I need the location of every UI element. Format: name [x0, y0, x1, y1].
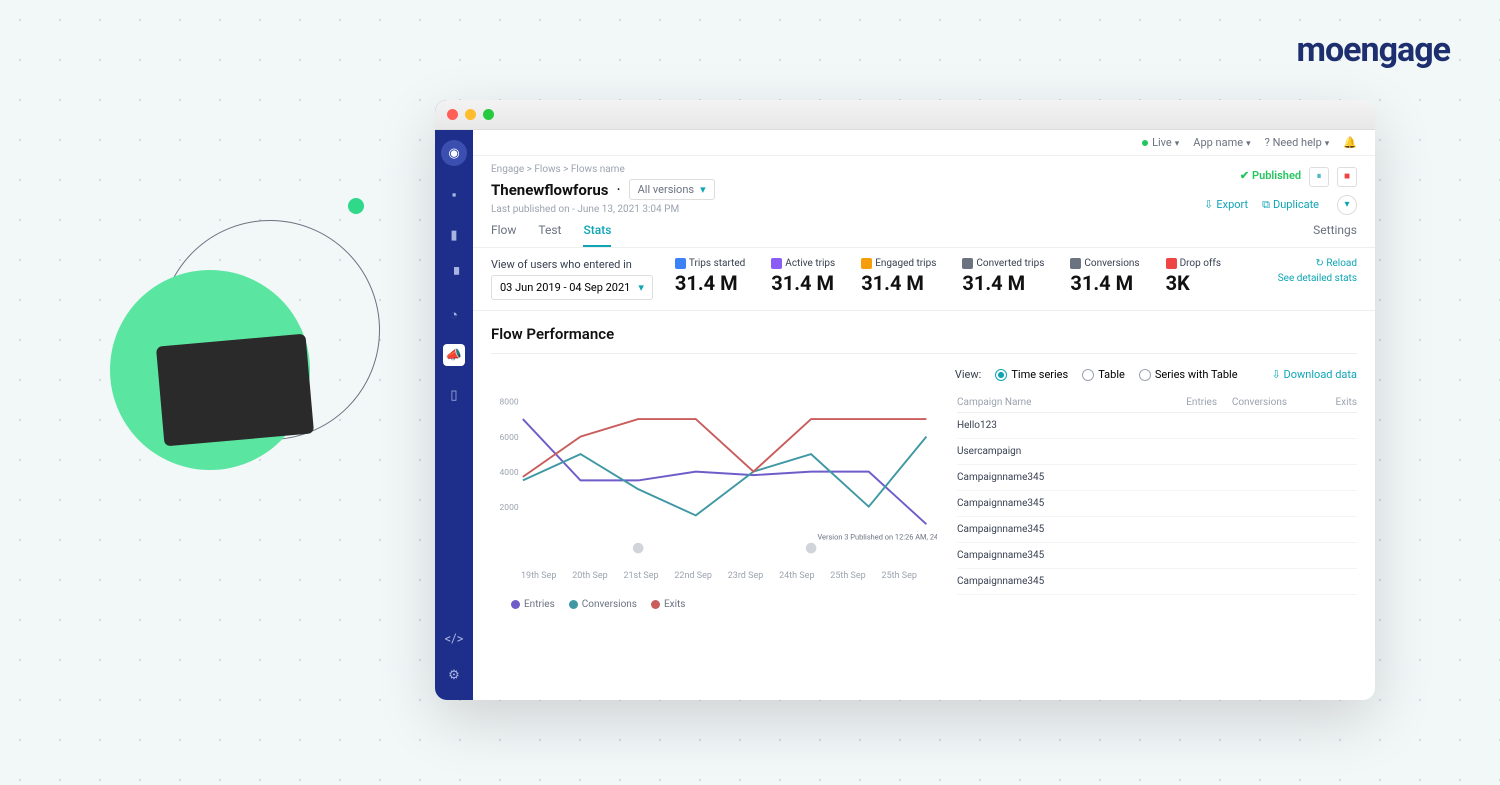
tab-settings[interactable]: Settings	[1313, 223, 1357, 247]
last-published-label: Last published on - June 13, 2021 3:04 P…	[491, 204, 715, 215]
brand-logo: moengage	[1297, 30, 1450, 70]
reload-link[interactable]: ↻ Reload	[1278, 258, 1357, 269]
metric-item: Drop offs3K	[1166, 258, 1221, 295]
sidebar-item-1[interactable]: ▪	[443, 184, 465, 206]
page-title: Thenewflowforus	[491, 181, 608, 199]
table-row[interactable]: Hello123	[957, 413, 1357, 439]
view-series-table[interactable]: Series with Table	[1139, 368, 1238, 381]
top-bar: Live▾ App name▾ ? Need help▾ 🔔	[473, 130, 1375, 156]
table-row[interactable]: Campaignname345	[957, 569, 1357, 595]
metric-item: Converted trips31.4 M	[962, 258, 1044, 295]
window-close-icon[interactable]	[447, 109, 458, 120]
metric-item: Trips started31.4 M	[675, 258, 745, 295]
line-chart: 2000 4000 6000 8000 Version 3 Published on 1…	[491, 393, 937, 610]
megaphone-icon[interactable]: 📣	[443, 344, 465, 366]
live-status[interactable]: Live▾	[1142, 136, 1179, 149]
table-row[interactable]: Campaignname345	[957, 491, 1357, 517]
gear-icon[interactable]: ⚙	[443, 664, 465, 686]
metrics-bar: View of users who entered in 03 Jun 2019…	[473, 248, 1375, 311]
window-minimize-icon[interactable]	[465, 109, 476, 120]
more-options-icon[interactable]: ▾	[1337, 195, 1357, 215]
metric-item: Active trips31.4 M	[771, 258, 835, 295]
filter-label: View of users who entered in	[491, 258, 653, 271]
person-illustration	[110, 270, 310, 470]
table-header: Campaign Name Entries Conversions Exits	[957, 393, 1357, 413]
pie-chart-icon[interactable]: ◔	[443, 304, 465, 326]
window-titlebar	[435, 100, 1375, 130]
svg-text:4000: 4000	[500, 468, 519, 478]
avatar-icon[interactable]: ◉	[441, 140, 467, 166]
need-help-dropdown[interactable]: ? Need help▾	[1265, 136, 1330, 149]
duplicate-button[interactable]: ⧉ Duplicate	[1262, 195, 1319, 215]
metric-item: Engaged trips31.4 M	[861, 258, 936, 295]
stop-icon[interactable]: ■	[1337, 167, 1357, 187]
breadcrumb[interactable]: Engage > Flows > Flows name	[491, 164, 715, 175]
svg-text:6000: 6000	[500, 433, 519, 443]
sidebar-nav: ◉ ▪ ▮ ▝ ◔ 📣 ▯ </> ⚙	[435, 100, 473, 700]
detailed-stats-link[interactable]: See detailed stats	[1278, 273, 1357, 284]
view-time-series[interactable]: Time series	[995, 368, 1068, 381]
tab-test[interactable]: Test	[538, 223, 561, 247]
tabs: Flow Test Stats Settings	[473, 215, 1375, 248]
performance-section: Flow Performance View: Time series Table…	[473, 311, 1375, 700]
legend-item: Conversions	[569, 599, 637, 610]
view-label: View:	[955, 368, 981, 381]
page-header: Engage > Flows > Flows name Thenewflowfo…	[473, 156, 1375, 215]
table-row[interactable]: Campaignname345	[957, 465, 1357, 491]
download-data-link[interactable]: ⇩ Download data	[1272, 368, 1357, 381]
legend-item: Exits	[651, 599, 686, 610]
pause-icon[interactable]: ⏸	[1309, 167, 1329, 187]
metric-item: Conversions31.4 M	[1070, 258, 1139, 295]
table-row[interactable]: Campaignname345	[957, 517, 1357, 543]
bell-icon[interactable]: 🔔	[1343, 136, 1357, 149]
view-table[interactable]: Table	[1082, 368, 1125, 381]
table-row[interactable]: Usercampaign	[957, 439, 1357, 465]
decoration-dot	[348, 198, 364, 214]
app-name-dropdown[interactable]: App name▾	[1193, 136, 1250, 149]
status-badge: ✔ Published	[1240, 169, 1301, 182]
export-button[interactable]: ⇩ Export	[1204, 195, 1248, 215]
svg-text:Version 3 Published on 12:26 A: Version 3 Published on 12:26 AM, 24th Se…	[817, 533, 937, 542]
tab-stats[interactable]: Stats	[583, 223, 611, 247]
version-select[interactable]: All versions	[629, 179, 715, 200]
table-row[interactable]: Campaignname345	[957, 543, 1357, 569]
tab-flow[interactable]: Flow	[491, 223, 516, 247]
app-window: ◉ ▪ ▮ ▝ ◔ 📣 ▯ </> ⚙ Live▾ App name▾ ? Ne…	[435, 100, 1375, 700]
chart-bar-icon[interactable]: ▝	[443, 264, 465, 286]
file-icon[interactable]: ▯	[443, 384, 465, 406]
legend-item: Entries	[511, 599, 555, 610]
window-maximize-icon[interactable]	[483, 109, 494, 120]
sidebar-item-2[interactable]: ▮	[443, 224, 465, 246]
performance-title: Flow Performance	[491, 325, 1357, 354]
svg-text:8000: 8000	[500, 398, 519, 408]
date-range-select[interactable]: 03 Jun 2019 - 04 Sep 2021	[491, 275, 653, 300]
code-icon[interactable]: </>	[443, 628, 465, 650]
svg-text:2000: 2000	[500, 503, 519, 513]
campaign-table: Campaign Name Entries Conversions Exits …	[957, 393, 1357, 610]
